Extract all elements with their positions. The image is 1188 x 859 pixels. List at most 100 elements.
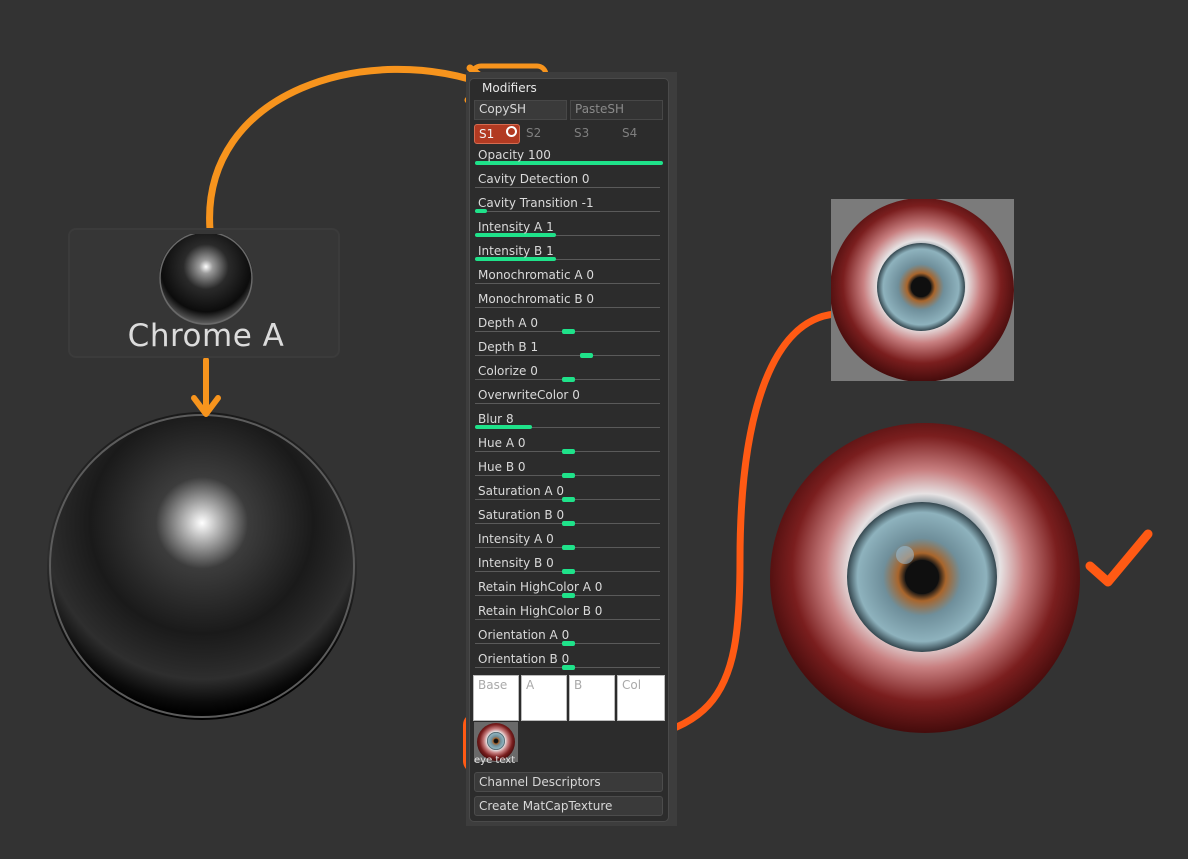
slider-row[interactable]: Saturation A 0 — [475, 484, 663, 508]
slider-label: Intensity A 0 — [478, 532, 554, 546]
slider-value: 0 — [572, 388, 580, 402]
material-tile-chrome-a[interactable]: Chrome A — [68, 228, 340, 358]
slider-label: Depth A 0 — [478, 316, 538, 330]
slider-value: 100 — [527, 148, 551, 162]
slot-s4[interactable]: S4 — [618, 124, 664, 144]
slider-row[interactable]: Intensity A 1 — [475, 220, 663, 244]
slider-row[interactable]: Blur 8 — [475, 412, 663, 436]
slot-active-dot-icon — [506, 126, 517, 137]
slider-label: Intensity A 1 — [478, 220, 554, 234]
slider-row[interactable]: Orientation A 0 — [475, 628, 663, 652]
slider-name: Hue A — [478, 436, 515, 450]
slider-row[interactable]: OverwriteColor 0 — [475, 388, 663, 412]
slider-label: Retain HighColor A 0 — [478, 580, 602, 594]
slider-knob[interactable] — [562, 545, 575, 550]
slider-label: Orientation B 0 — [478, 652, 569, 666]
slider-label: Retain HighColor B 0 — [478, 604, 602, 618]
slider-label: Colorize 0 — [478, 364, 538, 378]
slider-name: OverwriteColor — [478, 388, 569, 402]
slider-row[interactable]: Depth A 0 — [475, 316, 663, 340]
slider-name: Depth A — [478, 316, 527, 330]
slider-row[interactable]: Monochromatic B 0 — [475, 292, 663, 316]
slider-label: Cavity Transition -1 — [478, 196, 594, 210]
slider-value: 0 — [517, 460, 526, 474]
slider-value: 0 — [594, 604, 603, 618]
slider-row[interactable]: Hue A 0 — [475, 436, 663, 460]
material-name: Chrome A — [127, 318, 285, 354]
slider-name: Cavity Transition — [478, 196, 578, 210]
slider-row[interactable]: Depth B 1 — [475, 340, 663, 364]
slider-row[interactable]: Orientation B 0 — [475, 652, 663, 676]
slider-name: Opacity — [478, 148, 525, 162]
slider-row[interactable]: Intensity A 0 — [475, 532, 663, 556]
slider-row[interactable]: Retain HighColor A 0 — [475, 580, 663, 604]
slider-value: 0 — [561, 652, 570, 666]
texture-slot-col[interactable]: Col — [617, 675, 665, 721]
slider-track[interactable] — [475, 283, 660, 284]
slider-row[interactable]: Intensity B 0 — [475, 556, 663, 580]
slider-row[interactable]: Colorize 0 — [475, 364, 663, 388]
slot-s1[interactable]: S1 — [474, 124, 520, 144]
slider-row[interactable]: Hue B 0 — [475, 460, 663, 484]
slider-label: Saturation B 0 — [478, 508, 564, 522]
checkmark-icon — [1085, 529, 1153, 587]
slider-label: Depth B 1 — [478, 340, 538, 354]
eye-sphere-highlight — [896, 546, 914, 564]
slider-row[interactable]: Monochromatic A 0 — [475, 268, 663, 292]
slider-name: Blur — [478, 412, 503, 426]
slider-value: 0 — [546, 532, 554, 546]
slider-row[interactable]: Retain HighColor B 0 — [475, 604, 663, 628]
slider-track[interactable] — [475, 619, 660, 620]
copy-sh-button[interactable]: CopySH — [474, 100, 567, 120]
slider-value: 0 — [561, 628, 570, 642]
slot-s2[interactable]: S2 — [522, 124, 568, 144]
slider-name: Depth B — [478, 340, 527, 354]
slider-value: 1 — [546, 220, 554, 234]
slider-value: 0 — [586, 292, 595, 306]
slider-knob[interactable] — [562, 569, 575, 574]
slider-name: Orientation B — [478, 652, 558, 666]
texture-thumbnail-label: eye text — [474, 755, 516, 766]
slider-track[interactable] — [475, 211, 660, 212]
paste-sh-button[interactable]: PasteSH — [570, 100, 663, 120]
slider-row[interactable]: Cavity Detection 0 — [475, 172, 663, 196]
channel-descriptors-button[interactable]: Channel Descriptors — [474, 772, 663, 792]
texture-slot-b[interactable]: B — [569, 675, 615, 721]
slider-name: Intensity B — [478, 556, 543, 570]
slider-knob[interactable] — [562, 329, 575, 334]
slider-name: Saturation A — [478, 484, 553, 498]
slider-name: Retain HighColor B — [478, 604, 591, 618]
slider-knob[interactable] — [562, 473, 575, 478]
slider-value: 0 — [546, 556, 554, 570]
slider-label: Intensity B 0 — [478, 556, 554, 570]
slider-row[interactable]: Saturation B 0 — [475, 508, 663, 532]
slider-track[interactable] — [475, 355, 660, 356]
slider-label: Monochromatic A 0 — [478, 268, 594, 282]
panel-title: Modifiers — [482, 81, 537, 95]
texture-slot-a[interactable]: A — [521, 675, 567, 721]
slider-row[interactable]: Intensity B 1 — [475, 244, 663, 268]
slider-name: Colorize — [478, 364, 527, 378]
slider-knob[interactable] — [580, 353, 593, 358]
slider-track[interactable] — [475, 403, 660, 404]
slot-s3[interactable]: S3 — [570, 124, 616, 144]
slider-track[interactable] — [475, 187, 660, 188]
create-matcap-button[interactable]: Create MatCapTexture — [474, 796, 663, 816]
slider-label: Opacity 100 — [478, 148, 551, 162]
slider-name: Monochromatic B — [478, 292, 583, 306]
chrome-sphere-preview — [47, 412, 357, 720]
slider-name: Orientation A — [478, 628, 558, 642]
eye-texture-icon — [831, 199, 1014, 381]
slider-value: 0 — [586, 268, 595, 282]
slider-knob[interactable] — [562, 449, 575, 454]
slider-value: 0 — [594, 580, 603, 594]
eye-texture-image — [831, 199, 1014, 381]
texture-slot-base[interactable]: Base — [473, 675, 519, 721]
slider-value: 0 — [581, 172, 590, 186]
slider-knob[interactable] — [562, 377, 575, 382]
slider-row[interactable]: Cavity Transition -1 — [475, 196, 663, 220]
slider-track[interactable] — [475, 307, 660, 308]
slider-value: 1 — [546, 244, 554, 258]
slider-value: 0 — [556, 484, 565, 498]
slider-row[interactable]: Opacity 100 — [475, 148, 663, 172]
